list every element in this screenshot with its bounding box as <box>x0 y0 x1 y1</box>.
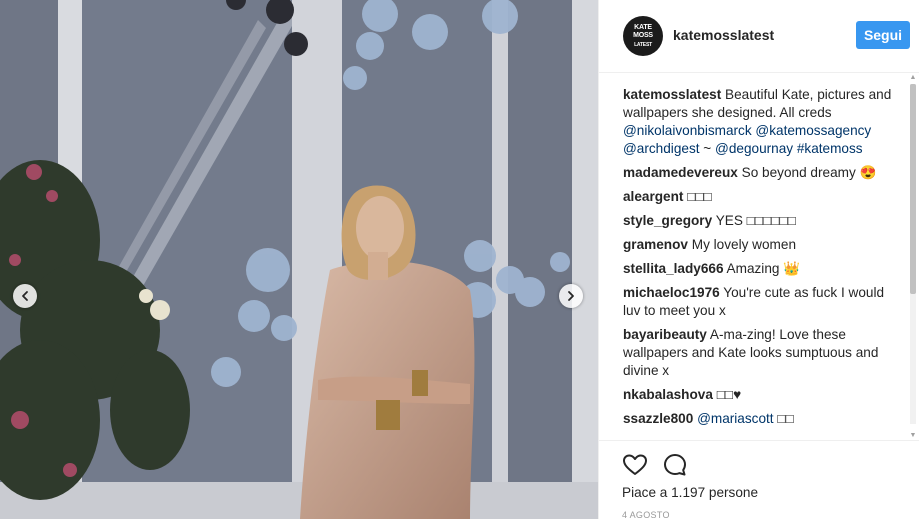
comment-username[interactable]: gramenov <box>623 237 688 252</box>
comment-text: □□ <box>773 411 794 426</box>
caption: katemosslatest Beautiful Kate, pictures … <box>623 86 901 158</box>
comment-username[interactable]: bayaribeauty <box>623 327 707 342</box>
avatar-text-line1: KATE <box>634 23 652 31</box>
previous-photo-button[interactable] <box>13 284 37 308</box>
scroll-down-arrow-icon[interactable]: ▼ <box>909 432 917 440</box>
mention-link[interactable]: @mariascott <box>697 411 774 426</box>
next-photo-button[interactable] <box>559 284 583 308</box>
post-actions: Piace a 1.197 persone 4 AGOSTO <box>599 440 919 520</box>
likes-count[interactable]: Piace a 1.197 persone <box>622 485 758 500</box>
comment-username[interactable]: michaeloc1976 <box>623 285 720 300</box>
list-item: ssazzle800 @mariascott □□ <box>623 410 901 428</box>
avatar[interactable]: KATE MOSS LATEST <box>623 16 663 56</box>
heart-icon <box>623 454 647 475</box>
chevron-right-icon <box>568 291 574 301</box>
list-item: aleargent □□□ <box>623 188 901 206</box>
list-item: gramenov My lovely women <box>623 236 901 254</box>
scroll-up-arrow-icon[interactable]: ▲ <box>909 74 917 82</box>
mention-link[interactable]: @degournay <box>715 141 793 156</box>
comment-text: □□□ <box>687 189 712 204</box>
comments-list[interactable]: katemosslatest Beautiful Kate, pictures … <box>623 86 901 438</box>
caption-username[interactable]: katemosslatest <box>623 87 721 102</box>
comment-username[interactable]: aleargent <box>623 189 683 204</box>
caption-separator: ~ <box>699 141 716 156</box>
comment-text: □□♥ <box>716 387 742 402</box>
comment-username[interactable]: nkabalashova <box>623 387 713 402</box>
list-item: michaeloc1976 You're cute as fuck I woul… <box>623 284 901 320</box>
comment-username[interactable]: style_gregory <box>623 213 712 228</box>
avatar-text-line2: MOSS <box>633 31 653 39</box>
list-item: nkabalashova □□♥ <box>623 386 901 404</box>
comment-text: Amazing 👑 <box>726 261 801 276</box>
post-header: KATE MOSS LATEST katemosslatest Segui <box>599 0 919 73</box>
mention-link[interactable]: @archdigest <box>623 141 700 156</box>
list-item: stellita_lady666 Amazing 👑 <box>623 260 901 278</box>
comment-username[interactable]: stellita_lady666 <box>623 261 724 276</box>
comment-text: YES □□□□□□ <box>715 213 796 228</box>
follow-button[interactable]: Segui <box>856 21 910 49</box>
username-link[interactable]: katemosslatest <box>673 27 774 43</box>
comment-button[interactable] <box>661 451 689 479</box>
post-side-panel: KATE MOSS LATEST katemosslatest Segui ka… <box>598 0 919 520</box>
hashtag-link[interactable]: #katemoss <box>797 141 863 156</box>
avatar-text-line3: LATEST <box>634 41 652 48</box>
photo-illustration <box>0 0 598 519</box>
comments-scrollbar[interactable]: ▲ ▼ <box>909 74 917 442</box>
comment-username[interactable]: madamedevereux <box>623 165 738 180</box>
mention-link[interactable]: @katemossagency <box>755 123 871 138</box>
list-item: bayaribeauty A-ma-zing! Love these wallp… <box>623 326 901 380</box>
comment-username[interactable]: ssazzle800 <box>623 411 693 426</box>
comment-text: So beyond dreamy 😍 <box>741 165 877 180</box>
like-button[interactable] <box>621 451 649 479</box>
list-item: madamedevereux So beyond dreamy 😍 <box>623 164 901 182</box>
scroll-thumb[interactable] <box>910 84 916 294</box>
post-photo <box>0 0 598 519</box>
chevron-left-icon <box>22 291 28 301</box>
mention-link[interactable]: @nikolaivonbismarck <box>623 123 752 138</box>
list-item: style_gregory YES □□□□□□ <box>623 212 901 230</box>
comment-text: My lovely women <box>691 237 796 252</box>
comment-bubble-icon <box>664 454 686 476</box>
